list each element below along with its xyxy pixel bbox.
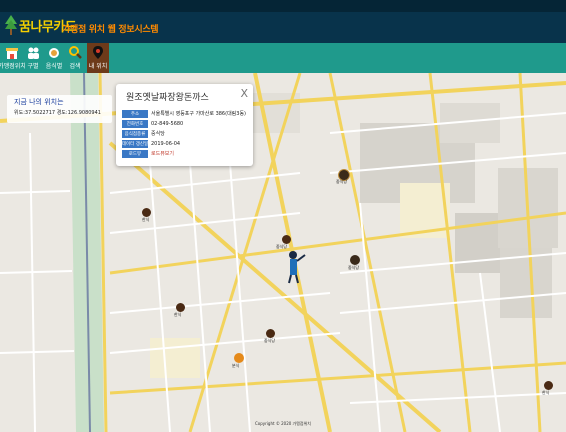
marker-label: 분식 xyxy=(232,363,240,368)
info-value: 2019-06-04 xyxy=(151,140,181,147)
store-name: 원조옛날짜장왕돈까스 xyxy=(126,93,209,103)
restaurant-marker-icon xyxy=(282,235,291,244)
info-row-phone: 전화번호 02-849-5680 xyxy=(122,119,250,128)
info-key: 주소 xyxy=(122,109,148,118)
map-view[interactable]: 중식당 한식 중식당 중식당 한식 중식당 분식 한식 xyxy=(0,73,566,432)
nav-item-label: 가맹점위치 xyxy=(0,63,26,70)
marker-label: 중식당 xyxy=(336,179,348,184)
info-value: 중식당 xyxy=(151,131,165,137)
people-icon xyxy=(28,47,39,59)
restaurant-marker[interactable]: 중식당 xyxy=(336,169,350,184)
info-key: 로드뷰 xyxy=(122,149,148,158)
nav-item-label: 내 위치 xyxy=(88,63,108,70)
school-block xyxy=(150,338,200,378)
roadview-link[interactable]: 로드뷰보기 xyxy=(151,150,174,157)
restaurant-marker[interactable]: 중식당 xyxy=(264,329,275,343)
nav-item-label: 검색 xyxy=(69,63,81,70)
marker-label: 한식 xyxy=(542,390,550,395)
info-row-updated: 데이터 갱신일 2019-06-04 xyxy=(122,139,250,148)
nav-item-district[interactable]: 구별 xyxy=(24,43,42,73)
close-icon[interactable]: X xyxy=(240,87,248,100)
info-key: 전화번호 xyxy=(122,119,148,128)
copyright-footer: Copyright © 2020 가맹점위치 xyxy=(255,421,311,426)
info-row-address: 주소 서울특별시 영등포구 가마산로 386(대림3동) xyxy=(122,109,250,118)
my-location-marker[interactable] xyxy=(288,251,306,284)
restaurant-marker[interactable]: 한식 xyxy=(174,303,185,317)
info-value: 02-849-5680 xyxy=(151,120,184,127)
info-row-roadview: 로드뷰 로드뷰보기 xyxy=(122,149,250,158)
my-location-panel: 지금 나의 위치는 위도:37.5022717 경도:126.9080941 xyxy=(7,95,112,123)
nav-item-label: 구별 xyxy=(27,63,39,70)
marker-label: 중식당 xyxy=(264,338,276,343)
app-window: 꿈나무카드 가맹점 위치 웹 정보시스템 가맹점위치 구별 음식별 검색 내 위… xyxy=(0,0,566,432)
nav-item-label: 음식별 xyxy=(45,63,63,70)
map-canvas xyxy=(0,73,566,432)
restaurant-marker[interactable]: 한식 xyxy=(542,381,553,395)
restaurant-marker-icon xyxy=(266,329,275,338)
tree-logo-icon xyxy=(5,15,17,35)
restaurant-marker-icon xyxy=(176,303,185,312)
marker-label: 한식 xyxy=(174,312,182,317)
restaurant-marker-icon xyxy=(234,353,244,363)
marker-label: 중식당 xyxy=(348,265,360,270)
nav-item-food[interactable]: 음식별 xyxy=(45,43,63,73)
info-row-category: 음식점종류 중식당 xyxy=(122,129,250,138)
storefront-icon xyxy=(6,48,18,59)
food-icon xyxy=(49,48,59,58)
store-info-rows: 주소 서울특별시 영등포구 가마산로 386(대림3동) 전화번호 02-849… xyxy=(122,109,250,159)
restaurant-marker-icon xyxy=(350,255,360,265)
location-pin-icon xyxy=(93,46,103,59)
restaurant-marker[interactable]: 중식당 xyxy=(276,235,291,249)
header-bar: 꿈나무카드 가맹점 위치 웹 정보시스템 xyxy=(0,0,566,43)
info-key: 데이터 갱신일 xyxy=(121,139,149,148)
brand-tagline: 가맹점 위치 웹 정보시스템 xyxy=(62,25,159,35)
search-icon xyxy=(69,46,82,59)
restaurant-marker[interactable]: 한식 xyxy=(142,208,151,222)
restaurant-marker-icon xyxy=(142,208,151,217)
restaurant-marker-icon xyxy=(544,381,553,390)
marker-label: 한식 xyxy=(142,217,150,222)
restaurant-marker[interactable]: 분식 xyxy=(232,353,244,368)
my-location-title: 지금 나의 위치는 xyxy=(14,98,64,106)
restaurant-marker[interactable]: 중식당 xyxy=(348,255,360,270)
nav-bar: 가맹점위치 구별 음식별 검색 내 위치 xyxy=(0,43,566,73)
info-value: 서울특별시 영등포구 가마산로 386(대림3동) xyxy=(151,111,246,117)
nav-item-search[interactable]: 검색 xyxy=(66,43,84,73)
marker-label: 중식당 xyxy=(276,244,288,249)
info-key: 음식점종류 xyxy=(122,129,148,138)
nav-item-my-location[interactable]: 내 위치 xyxy=(87,43,109,73)
store-info-popup: 원조옛날짜장왕돈까스 X 주소 서울특별시 영등포구 가마산로 386(대림3동… xyxy=(116,84,253,166)
nav-item-stores[interactable]: 가맹점위치 xyxy=(0,43,26,73)
header-stripe xyxy=(0,0,566,12)
my-location-coords: 위도:37.5022717 경도:126.9080941 xyxy=(14,110,101,116)
